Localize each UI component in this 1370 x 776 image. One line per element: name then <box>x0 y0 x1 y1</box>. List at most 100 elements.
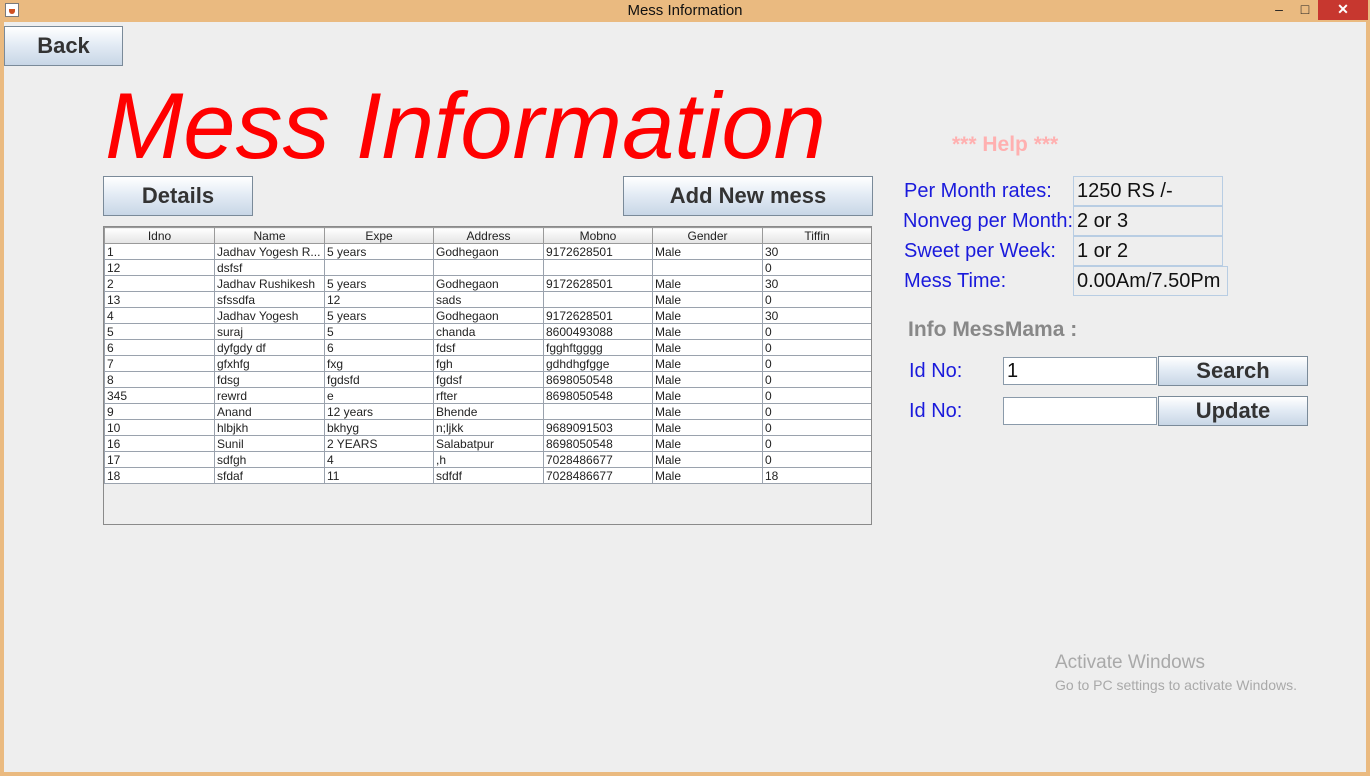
table-row[interactable]: 2 Jadhav Rushikesh 5 years Godhegaon 917262… <box>104 275 871 292</box>
table-row[interactable]: 16 Sunil 2 YEARS Salabatpur 8698050548 Male 0 <box>104 435 871 452</box>
table-cell[interactable]: Salabatpur <box>433 435 544 452</box>
table-cell[interactable]: 12 years <box>324 403 434 420</box>
table-cell[interactable]: 9172628501 <box>543 275 653 292</box>
table-cell[interactable]: e <box>324 387 434 404</box>
table-cell[interactable]: sads <box>433 291 544 308</box>
table-cell[interactable]: 0 <box>762 419 871 436</box>
table-row[interactable]: 13 sfssdfa 12 sads Male 0 <box>104 291 871 308</box>
table-cell[interactable]: Bhende <box>433 403 544 420</box>
table-row[interactable]: 4 Jadhav Yogesh 5 years Godhegaon 917262850… <box>104 307 871 324</box>
table-cell[interactable]: Male <box>652 355 763 372</box>
table-cell[interactable]: Jadhav Yogesh R... <box>214 243 325 260</box>
table-cell[interactable]: 0 <box>762 451 871 468</box>
table-cell[interactable]: 0 <box>762 339 871 356</box>
column-header-gender[interactable]: Gender <box>652 227 763 244</box>
table-cell[interactable]: 8 <box>104 371 215 388</box>
table-cell[interactable]: suraj <box>214 323 325 340</box>
table-cell[interactable]: sfssdfa <box>214 291 325 308</box>
table-cell[interactable]: Godhegaon <box>433 243 544 260</box>
column-header-mobno[interactable]: Mobno <box>543 227 653 244</box>
table-cell[interactable]: fgghftgggg <box>543 339 653 356</box>
column-header-tiffin[interactable]: Tiffin <box>762 227 871 244</box>
table-cell[interactable]: 8698050548 <box>543 387 653 404</box>
table-cell[interactable]: rewrd <box>214 387 325 404</box>
table-cell[interactable]: 12 <box>104 259 215 276</box>
table-cell[interactable]: bkhyg <box>324 419 434 436</box>
table-cell[interactable]: 345 <box>104 387 215 404</box>
table-cell[interactable]: Male <box>652 419 763 436</box>
table-cell[interactable]: 6 <box>104 339 215 356</box>
table-cell[interactable]: fdsg <box>214 371 325 388</box>
table-cell[interactable]: Male <box>652 339 763 356</box>
column-header-address[interactable]: Address <box>433 227 544 244</box>
table-cell[interactable]: 7028486677 <box>543 467 653 484</box>
table-cell[interactable]: 9689091503 <box>543 419 653 436</box>
search-id-input[interactable] <box>1003 357 1157 385</box>
table-cell[interactable]: fgdsfd <box>324 371 434 388</box>
table-cell[interactable]: sdfdf <box>433 467 544 484</box>
table-row[interactable]: 12 dsfsf 0 <box>104 259 871 276</box>
table-row[interactable]: 17 sdfgh 4 ,h 7028486677 Male 0 <box>104 451 871 468</box>
add-new-mess-button[interactable]: Add New mess <box>623 176 873 216</box>
table-cell[interactable]: 30 <box>762 307 871 324</box>
table-cell[interactable]: 8600493088 <box>543 323 653 340</box>
table-cell[interactable]: fgh <box>433 355 544 372</box>
table-row[interactable]: 7 gfxhfg fxg fgh gdhdhgfgge Male 0 <box>104 355 871 372</box>
table-cell[interactable]: 13 <box>104 291 215 308</box>
table-cell[interactable]: Male <box>652 403 763 420</box>
table-cell[interactable]: 0 <box>762 355 871 372</box>
close-icon[interactable]: ✕ <box>1318 0 1368 20</box>
update-button[interactable]: Update <box>1158 396 1308 426</box>
table-cell[interactable]: Male <box>652 275 763 292</box>
table-row[interactable]: 9 Anand 12 years Bhende Male 0 <box>104 403 871 420</box>
table-cell[interactable]: chanda <box>433 323 544 340</box>
maximize-icon[interactable]: □ <box>1292 0 1318 20</box>
column-header-expe[interactable]: Expe <box>324 227 434 244</box>
minimize-icon[interactable]: – <box>1266 0 1292 20</box>
mess-table[interactable]: Idno Name Expe Address Mobno Gender Tiff… <box>103 226 872 525</box>
table-row[interactable]: 10 hlbjkh bkhyg n;ljkk 9689091503 Male 0 <box>104 419 871 436</box>
table-cell[interactable]: 0 <box>762 291 871 308</box>
table-cell[interactable]: dyfgdy df <box>214 339 325 356</box>
table-cell[interactable]: 8698050548 <box>543 435 653 452</box>
back-button[interactable]: Back <box>4 26 123 66</box>
table-cell[interactable]: 0 <box>762 323 871 340</box>
table-cell[interactable] <box>543 291 653 308</box>
table-cell[interactable] <box>543 259 653 276</box>
column-header-name[interactable]: Name <box>214 227 325 244</box>
table-cell[interactable]: sfdaf <box>214 467 325 484</box>
table-cell[interactable]: 16 <box>104 435 215 452</box>
table-cell[interactable]: Male <box>652 323 763 340</box>
table-cell[interactable]: 5 years <box>324 275 434 292</box>
table-row[interactable]: 345 rewrd e rfter 8698050548 Male 0 <box>104 387 871 404</box>
table-cell[interactable]: Male <box>652 307 763 324</box>
table-row[interactable]: 5 suraj 5 chanda 8600493088 Male 0 <box>104 323 871 340</box>
table-cell[interactable]: 5 <box>324 323 434 340</box>
table-cell[interactable]: 4 <box>324 451 434 468</box>
table-cell[interactable]: fdsf <box>433 339 544 356</box>
table-cell[interactable]: Godhegaon <box>433 275 544 292</box>
table-cell[interactable]: gfxhfg <box>214 355 325 372</box>
table-cell[interactable]: 2 YEARS <box>324 435 434 452</box>
table-cell[interactable]: 9172628501 <box>543 243 653 260</box>
table-cell[interactable]: 9172628501 <box>543 307 653 324</box>
table-cell[interactable]: 4 <box>104 307 215 324</box>
table-cell[interactable]: hlbjkh <box>214 419 325 436</box>
table-row[interactable]: 8 fdsg fgdsfd fgdsf 8698050548 Male 0 <box>104 371 871 388</box>
table-cell[interactable]: Jadhav Yogesh <box>214 307 325 324</box>
table-cell[interactable]: 30 <box>762 275 871 292</box>
table-cell[interactable]: fgdsf <box>433 371 544 388</box>
table-cell[interactable]: Sunil <box>214 435 325 452</box>
table-row[interactable]: 18 sfdaf 11 sdfdf 7028486677 Male 18 <box>104 467 871 484</box>
table-cell[interactable]: 1 <box>104 243 215 260</box>
table-cell[interactable]: 7 <box>104 355 215 372</box>
table-cell[interactable]: 0 <box>762 435 871 452</box>
column-header-idno[interactable]: Idno <box>104 227 215 244</box>
table-cell[interactable]: fxg <box>324 355 434 372</box>
table-cell[interactable] <box>324 259 434 276</box>
table-cell[interactable]: 0 <box>762 371 871 388</box>
table-cell[interactable] <box>652 259 763 276</box>
table-cell[interactable]: Male <box>652 467 763 484</box>
table-cell[interactable]: sdfgh <box>214 451 325 468</box>
table-cell[interactable] <box>543 403 653 420</box>
